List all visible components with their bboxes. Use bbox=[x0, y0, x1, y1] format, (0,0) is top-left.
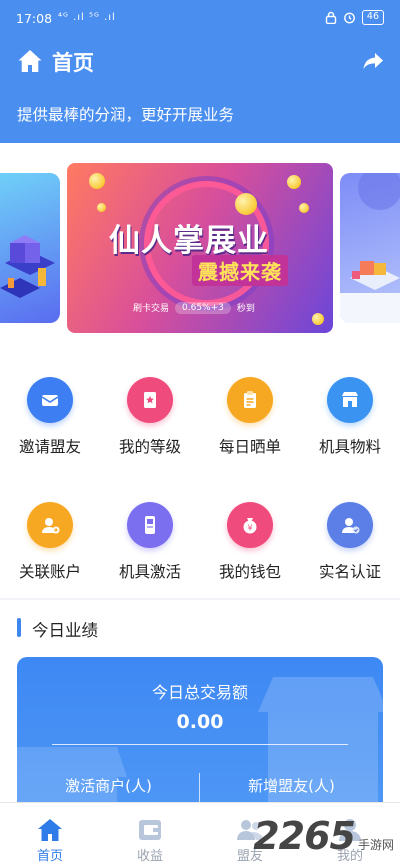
bookmark-star-icon bbox=[127, 377, 173, 423]
grid-item[interactable]: 邀请盟友 bbox=[0, 353, 100, 456]
pos-device-icon bbox=[127, 502, 173, 548]
battery-indicator: 46 bbox=[361, 10, 384, 25]
banner-title: 仙人掌展业 bbox=[109, 223, 269, 259]
new-allies-label: 新增盟友(人) bbox=[248, 777, 335, 795]
tab-home[interactable]: 首页 bbox=[0, 803, 100, 866]
activated-merchants-label: 激活商户(人) bbox=[65, 777, 152, 795]
total-value: 0.00 bbox=[176, 711, 224, 733]
total-label: 今日总交易额 bbox=[151, 683, 248, 702]
banner-carousel[interactable]: 仙人掌展业 震撼来袭 刷卡交易 0.65%+3 秒到 bbox=[0, 143, 400, 353]
performance-card[interactable]: 今日总交易额 0.00 激活商户(人) 新增盟友(人) bbox=[17, 657, 383, 817]
tagline: 提供最棒的分润，更好开展业务 bbox=[17, 106, 235, 124]
section-title: 今日业绩 bbox=[32, 621, 98, 640]
envelope-icon bbox=[27, 377, 73, 423]
banner-rate-chip: 0.65%+3 bbox=[175, 301, 231, 314]
page-title: 首页 bbox=[52, 51, 94, 75]
grid-item-label: 我的等级 bbox=[118, 438, 181, 456]
svg-text:¥: ¥ bbox=[247, 524, 252, 533]
grid-item[interactable]: 每日晒单 bbox=[200, 353, 300, 456]
grid-item-label: 邀请盟友 bbox=[18, 438, 81, 456]
grid-item[interactable]: 机具激活 bbox=[100, 478, 200, 581]
grid-item-label: 机具激活 bbox=[118, 563, 181, 581]
watermark-text: 手游网 bbox=[357, 838, 394, 852]
grid-item-label: 机具物料 bbox=[318, 438, 381, 456]
banner-subtitle: 震撼来袭 bbox=[192, 255, 288, 286]
banner-rate-row: 刷卡交易 0.65%+3 秒到 bbox=[133, 301, 255, 314]
app-header: 17:08 ⁴ᴳ .ıl ⁵ᴳ .ıl 46 首页 提供最棒的分润，更好开展业务 bbox=[0, 0, 400, 143]
share-icon[interactable] bbox=[362, 51, 384, 71]
banner-next-slide[interactable] bbox=[340, 173, 400, 323]
status-time: 17:08 bbox=[16, 11, 53, 26]
watermark-number: 2265 bbox=[253, 814, 356, 858]
home-icon[interactable] bbox=[17, 48, 43, 74]
today-performance-section: 今日业绩 今日总交易额 0.00 激活商户(人) 新增盟友(人) bbox=[0, 600, 400, 817]
grid-item[interactable]: 关联账户 bbox=[0, 478, 100, 581]
coin-decoration bbox=[299, 203, 309, 213]
tab-earnings[interactable]: 收益 bbox=[100, 803, 200, 866]
grid-item[interactable]: 我的等级 bbox=[100, 353, 200, 456]
coin-decoration bbox=[89, 173, 105, 189]
site-watermark: 2265 手游网 bbox=[253, 814, 394, 858]
isometric-city-illustration bbox=[0, 235, 55, 298]
grid-item[interactable]: ¥ 我的钱包 bbox=[200, 478, 300, 581]
status-bar: 17:08 ⁴ᴳ .ıl ⁵ᴳ .ıl 46 bbox=[0, 0, 400, 34]
grid-item[interactable]: 实名认证 bbox=[300, 478, 400, 581]
banner-prev-slide[interactable] bbox=[0, 173, 60, 323]
alarm-icon bbox=[344, 12, 355, 24]
tab-label: 收益 bbox=[136, 849, 163, 864]
signal-indicator: ⁴ᴳ .ıl ⁵ᴳ .ıl bbox=[58, 12, 116, 23]
wallet-icon bbox=[139, 820, 161, 840]
banner-main-slide[interactable]: 仙人掌展业 震撼来袭 刷卡交易 0.65%+3 秒到 bbox=[67, 163, 333, 333]
card-divider-line bbox=[52, 744, 348, 745]
grid-item-label: 关联账户 bbox=[18, 563, 81, 581]
coin-decoration bbox=[312, 313, 324, 325]
status-icons: 46 bbox=[325, 10, 384, 25]
coin-decoration bbox=[287, 175, 301, 189]
coin-decoration bbox=[97, 203, 106, 212]
coin-decoration bbox=[235, 193, 257, 215]
isometric-shop-illustration bbox=[340, 173, 400, 323]
lock-icon bbox=[325, 11, 337, 24]
user-verified-icon bbox=[327, 502, 373, 548]
grid-item-label: 实名认证 bbox=[318, 563, 381, 581]
banner-chip-right: 秒到 bbox=[236, 304, 255, 314]
banner-chip-left: 刷卡交易 bbox=[133, 304, 170, 314]
grid-item-label: 每日晒单 bbox=[218, 438, 281, 456]
section-accent-bar bbox=[17, 618, 21, 637]
home-icon bbox=[38, 819, 62, 841]
function-grid: 邀请盟友 我的等级 每日晒单 机具物料关联账户 机具激活 ¥ 我的钱包 实名认证 bbox=[0, 353, 400, 598]
clipboard-icon bbox=[227, 377, 273, 423]
user-add-icon bbox=[27, 502, 73, 548]
grid-item-label: 我的钱包 bbox=[218, 563, 281, 581]
nav-row: 首页 bbox=[0, 44, 400, 78]
tab-label: 首页 bbox=[36, 849, 63, 864]
grid-item[interactable]: 机具物料 bbox=[300, 353, 400, 456]
store-icon bbox=[327, 377, 373, 423]
money-bag-icon: ¥ bbox=[227, 502, 273, 548]
